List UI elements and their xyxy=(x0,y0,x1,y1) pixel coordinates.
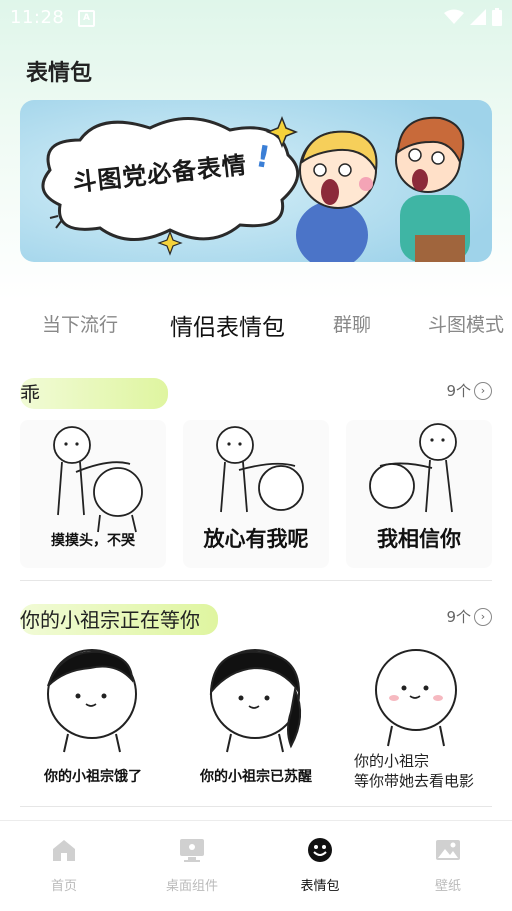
home-icon xyxy=(53,840,75,861)
nav-item-wallpaper[interactable]: 壁纸 xyxy=(398,837,498,894)
nav-label: 桌面组件 xyxy=(165,879,218,894)
sticker-card[interactable]: 你的小祖宗饿了 xyxy=(20,646,166,794)
app-notification-icon: A xyxy=(78,10,95,27)
sticker-caption: 我相信你 xyxy=(377,527,461,551)
status-icons xyxy=(444,8,502,26)
sticker-row: 你的小祖宗饿了 你的小祖宗已苏醒 你的小祖宗 等你带她去看电影 xyxy=(20,646,492,794)
status-time: 11:28 xyxy=(10,7,65,28)
section-more-link[interactable]: 9个 › xyxy=(446,380,492,401)
wifi-icon xyxy=(444,9,464,24)
sticker-card[interactable]: 摸摸头，不哭 xyxy=(20,420,166,568)
page-title: 表情包 xyxy=(26,61,93,86)
status-bar: 11:28 A xyxy=(0,0,512,36)
smiley-icon xyxy=(308,838,332,862)
sticker-card[interactable]: 你的小祖宗 等你带她去看电影 xyxy=(346,646,492,794)
tab-couple-stickers[interactable]: 情侣表情包 xyxy=(170,308,285,342)
nav-item-home[interactable]: 首页 xyxy=(14,837,114,894)
section-header: 乖 9个 › xyxy=(20,376,492,409)
sticker-row: 摸摸头，不哭 放心有我呢 我相信你 xyxy=(20,420,492,568)
sticker-caption: 你的小祖宗饿了 xyxy=(44,769,142,785)
sticker-card[interactable]: 你的小祖宗已苏醒 xyxy=(183,646,329,794)
section-more-link[interactable]: 9个 › xyxy=(446,606,492,627)
sticker-caption-line1: 你的小祖宗 xyxy=(354,752,430,770)
category-tabs: 当下流行 情侣表情包 群聊 斗图模式 xyxy=(0,300,512,348)
sticker-caption-line2: 等你带她去看电影 xyxy=(354,772,475,790)
tab-group-chat[interactable]: 群聊 xyxy=(333,310,371,337)
sticker-caption: 摸摸头，不哭 xyxy=(51,533,135,549)
nav-label: 表情包 xyxy=(300,879,340,894)
divider xyxy=(20,580,492,581)
bottom-navigation: 首页 桌面组件 表情包 壁纸 xyxy=(0,820,512,911)
section-count: 9个 xyxy=(446,608,471,626)
divider xyxy=(20,806,492,807)
sticker-caption: 你的小祖宗已苏醒 xyxy=(200,769,312,785)
sticker-card[interactable]: 放心有我呢 xyxy=(183,420,329,568)
battery-icon xyxy=(492,8,502,26)
chevron-right-icon: › xyxy=(474,607,492,626)
section-title: 你的小祖宗正在等你 xyxy=(20,608,200,632)
nav-item-stickers[interactable]: 表情包 xyxy=(270,837,370,894)
nav-label: 壁纸 xyxy=(434,879,461,894)
nav-label: 首页 xyxy=(50,879,77,894)
section-title-wrap: 你的小祖宗正在等你 xyxy=(20,602,218,635)
section-count: 9个 xyxy=(446,382,471,400)
desktop-widget-icon xyxy=(180,839,204,862)
chevron-right-icon: › xyxy=(474,381,492,400)
sticker-caption: 放心有我呢 xyxy=(203,527,309,551)
tab-popular[interactable]: 当下流行 xyxy=(42,310,118,337)
nav-item-desktop-widget[interactable]: 桌面组件 xyxy=(142,837,242,894)
section-title: 乖 xyxy=(20,382,40,406)
wallpaper-icon xyxy=(436,840,460,860)
promo-banner[interactable]: 斗图党必备表情 ! xyxy=(20,100,492,262)
section-header: 你的小祖宗正在等你 9个 › xyxy=(20,602,492,635)
cell-signal-icon xyxy=(470,9,486,25)
sticker-card[interactable]: 我相信你 xyxy=(346,420,492,568)
tab-battle-mode[interactable]: 斗图模式 xyxy=(428,310,512,337)
section-title-wrap: 乖 xyxy=(20,376,168,409)
title-highlight xyxy=(20,378,168,409)
